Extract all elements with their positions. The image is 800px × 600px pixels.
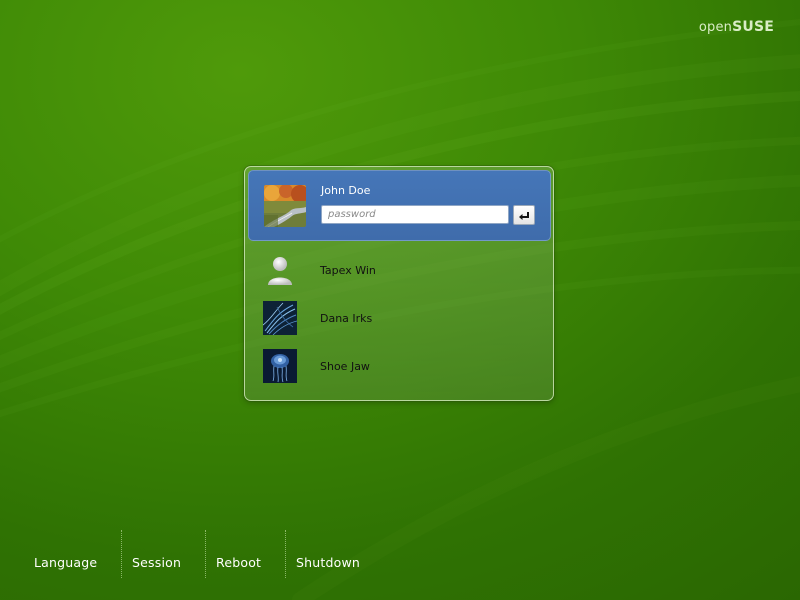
menu-divider [121, 530, 122, 578]
menu-divider [285, 530, 286, 578]
bottom-menu-bar: Language Session Reboot Shutdown [0, 530, 800, 578]
user-row-shoe-jaw[interactable]: Shoe Jaw [248, 345, 551, 391]
jellyfish-avatar [263, 349, 297, 383]
language-button[interactable]: Language [34, 530, 97, 578]
selected-user-name: John Doe [321, 184, 371, 197]
user-name: Dana Irks [320, 312, 373, 325]
reboot-button[interactable]: Reboot [216, 530, 261, 578]
user-list-panel: John Doe Tapex Win Dana Irks Shoe Jaw [244, 166, 554, 401]
enter-icon [518, 206, 530, 225]
menu-divider [205, 530, 206, 578]
login-enter-button[interactable] [513, 205, 535, 225]
blue-abstract-avatar [263, 301, 297, 335]
user-name: Tapex Win [320, 264, 376, 277]
selected-user-card[interactable]: John Doe [248, 170, 551, 241]
session-button[interactable]: Session [132, 530, 181, 578]
user-name: Shoe Jaw [320, 360, 370, 373]
opensuse-logo: openSUSE [699, 19, 774, 35]
brand-text-open: open [698, 20, 733, 35]
user-row-tapex-win[interactable]: Tapex Win [248, 249, 551, 295]
user-row-dana-irks[interactable]: Dana Irks [248, 297, 551, 343]
autumn-road-avatar [264, 185, 306, 227]
brand-text-suse: SUSE [732, 19, 774, 35]
generic-user-avatar [263, 253, 297, 287]
password-field[interactable] [321, 205, 509, 224]
shutdown-button[interactable]: Shutdown [296, 530, 360, 578]
